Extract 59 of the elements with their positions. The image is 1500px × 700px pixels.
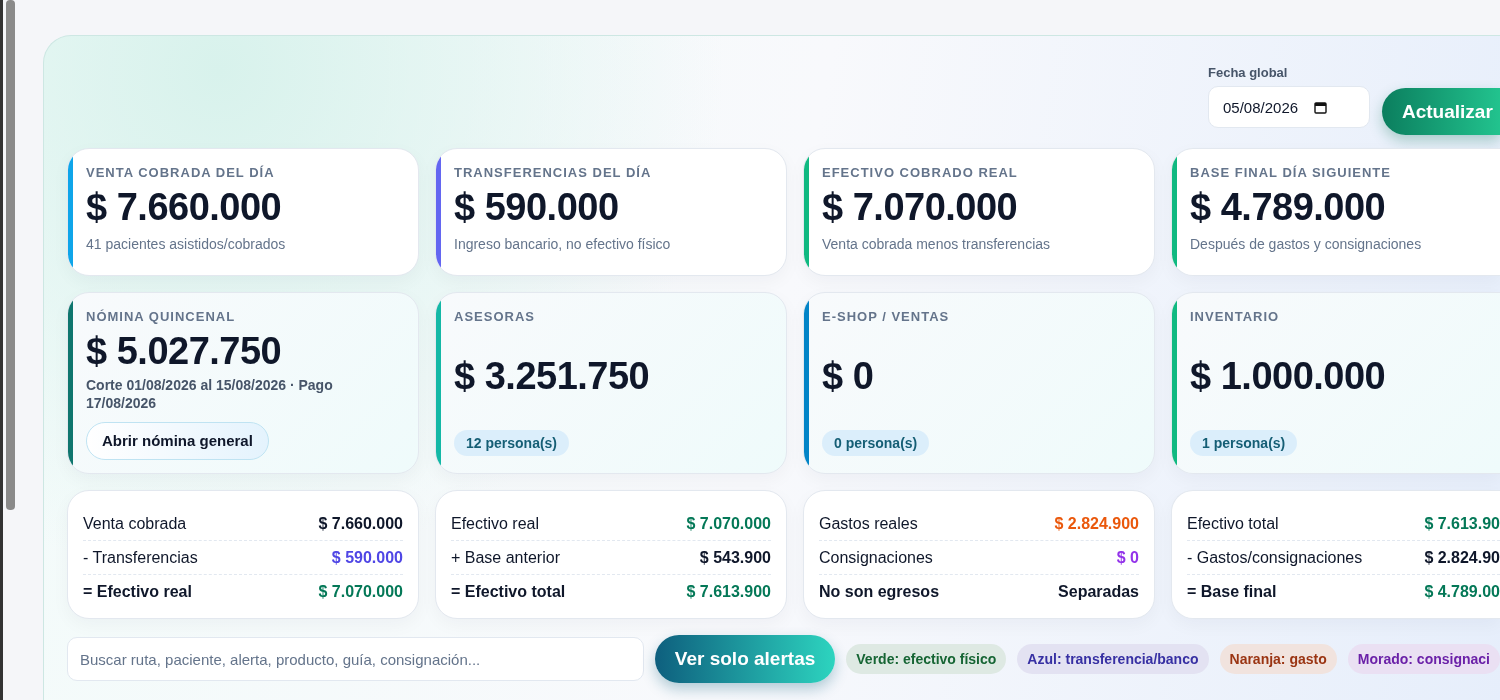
kpi-value: $ 590.000 [454, 186, 620, 230]
team-value: $ 1.000.000 [1190, 355, 1387, 399]
summary-label: Venta cobrada [83, 514, 187, 533]
search-field[interactable]: Buscar ruta, paciente, alerta, producto, guía, consignación... [67, 637, 644, 681]
summary-label: Efectivo real [451, 514, 540, 533]
kpi-note: Después de gastos y consignaciones [1190, 235, 1423, 252]
summary-value: $ 590.000 [331, 548, 403, 567]
legend-chip: Verde: efectivo físico [846, 644, 1007, 674]
team-value: $ 0 [822, 355, 875, 399]
summary-value: $ 2.824.900 [1054, 514, 1139, 533]
summary-label: Consignaciones [819, 548, 933, 567]
open-payroll-button[interactable]: Abrir nómina general [86, 421, 269, 460]
people-count: 1 persona(s) [1190, 430, 1298, 456]
summary-value: $ 7.613.900 [686, 582, 771, 601]
summary-value: $ 2.824.90 [1424, 548, 1500, 567]
summary-value: $ 4.789.00 [1424, 582, 1500, 601]
summary-value: $ 543.900 [699, 548, 771, 567]
kpi-label: TRANSFERENCIAS DEL DÍA [454, 165, 653, 180]
summary-label: - Gastos/consignaciones [1187, 548, 1363, 567]
summary-label: - Transferencias [83, 548, 198, 567]
legend-chip: Azul: transferencia/banco [1017, 644, 1209, 674]
kpi-label: BASE FINAL DÍA SIGUIENTE [1190, 165, 1392, 180]
summary-label: = Efectivo real [83, 582, 192, 601]
alerts-button[interactable]: Ver solo alertas [654, 635, 836, 683]
kpi-label: VENTA COBRADA DEL DÍA [86, 165, 276, 180]
kpi-note: 41 pacientes asistidos/cobrados [86, 235, 287, 252]
legend-chip: Naranja: gasto [1219, 644, 1337, 674]
kpi-value: $ 7.070.000 [822, 186, 1019, 230]
team-label: E-SHOP / VENTAS [822, 309, 951, 324]
summary-value: Separadas [1058, 582, 1139, 601]
summary-label: = Base final [1187, 582, 1277, 601]
team-label: INVENTARIO [1190, 309, 1281, 324]
calendar-icon [1314, 100, 1328, 114]
summary-value: $ 0 [1116, 548, 1139, 567]
team-label: ASESORAS [454, 309, 536, 324]
people-count: 0 persona(s) [822, 430, 930, 456]
summary-label: No son egresos [819, 582, 940, 601]
scrollbar[interactable] [6, 0, 15, 510]
team-value: $ 5.027.750 [86, 330, 283, 374]
team-value: $ 3.251.750 [454, 355, 651, 399]
summary-label: = Efectivo total [451, 582, 566, 601]
legend-chip: Morado: consignaci [1347, 644, 1500, 674]
summary-value: $ 7.070.000 [686, 514, 771, 533]
kpi-value: $ 7.660.000 [86, 186, 283, 230]
kpi-note: Venta cobrada menos transferencias [822, 235, 1052, 252]
kpi-value: $ 4.789.000 [1190, 186, 1387, 230]
date-field[interactable]: 05/08/2026 [1208, 86, 1370, 128]
date-label: Fecha global [1208, 65, 1289, 80]
payroll-note: Corte 01/08/2026 al 15/08/2026 · Pago 17/08/2026 [86, 375, 334, 412]
summary-label: + Base anterior [451, 548, 560, 567]
people-count: 12 persona(s) [454, 430, 570, 456]
team-label: NÓMINA QUINCENAL [86, 309, 237, 324]
summary-label: Gastos reales [819, 514, 918, 533]
kpi-note: Ingreso bancario, no efectivo físico [454, 235, 672, 252]
summary-value: $ 7.660.000 [318, 514, 403, 533]
summary-value: $ 7.613.90 [1424, 514, 1500, 533]
summary-value: $ 7.070.000 [318, 582, 403, 601]
summary-label: Efectivo total [1187, 514, 1279, 533]
kpi-label: EFECTIVO COBRADO REAL [822, 165, 1019, 180]
